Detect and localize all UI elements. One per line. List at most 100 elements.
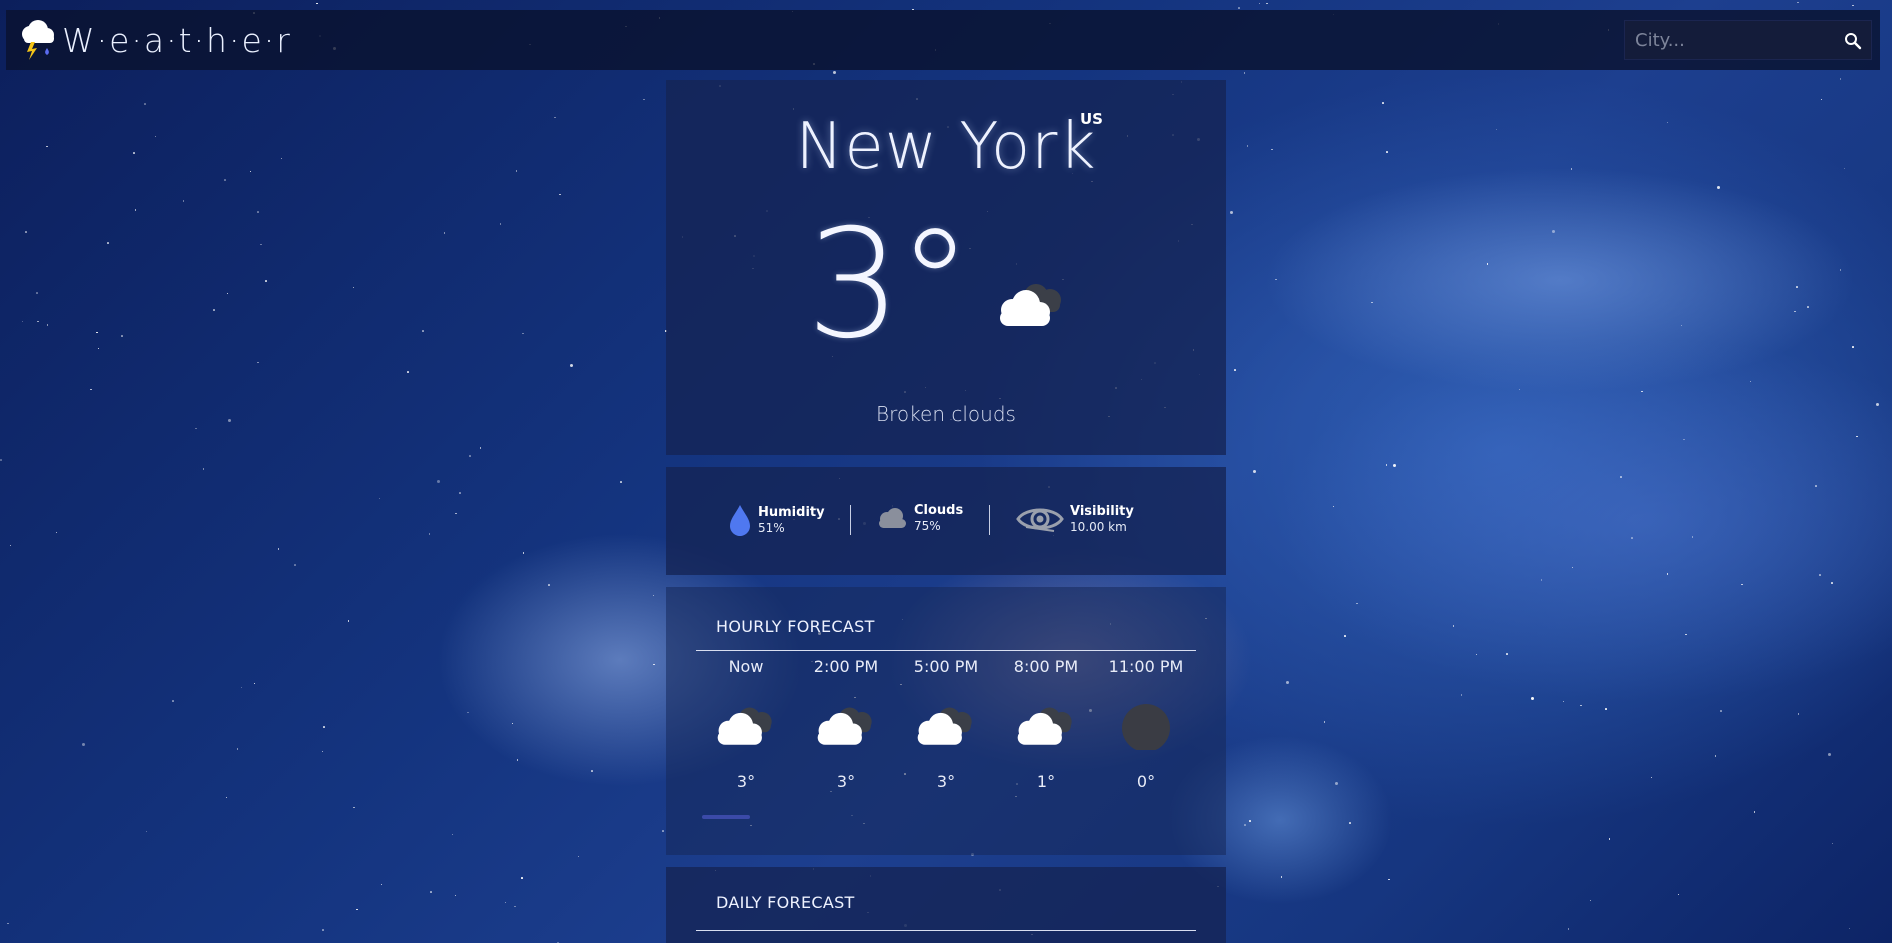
- star-dot: [1677, 893, 1680, 896]
- star-dot: [407, 371, 409, 373]
- star-dot: [316, 2, 318, 5]
- app-logo[interactable]: W·e·a·t·h·e·r: [16, 18, 292, 62]
- star-dot: [36, 292, 38, 294]
- star-dot: [46, 145, 48, 148]
- star-dot: [225, 796, 228, 799]
- star-dot: [437, 480, 441, 484]
- star-dot: [455, 512, 457, 515]
- star-dot: [1875, 402, 1879, 406]
- star-dot: [1717, 186, 1721, 190]
- stat-divider: [989, 505, 990, 535]
- star-dot: [1815, 485, 1817, 487]
- star-dot: [213, 309, 215, 311]
- clouds-label: Clouds: [914, 503, 964, 518]
- star-dot: [1495, 128, 1498, 131]
- section-divider: [696, 930, 1196, 931]
- star-dot: [133, 152, 135, 154]
- star-dot: [46, 324, 49, 326]
- star-dot: [1856, 435, 1858, 438]
- hourly-item[interactable]: 11:00 PM 0°: [1096, 657, 1196, 791]
- hourly-item[interactable]: 2:00 PM 3°: [796, 657, 896, 791]
- star-dot: [1691, 536, 1694, 538]
- star-dot: [1243, 72, 1246, 74]
- star-dot: [1666, 121, 1669, 124]
- star-dot: [1258, 2, 1260, 5]
- star-dot: [107, 242, 109, 244]
- current-weather-card: New York US 3° Broken clouds: [666, 80, 1226, 455]
- star-dot: [428, 533, 431, 535]
- star-dot: [548, 584, 550, 586]
- star-dot: [1567, 928, 1570, 930]
- star-dot: [1452, 625, 1455, 627]
- star-dot: [1839, 269, 1842, 271]
- visibility-label: Visibility: [1070, 504, 1134, 519]
- star-dot: [277, 548, 280, 550]
- star-dot: [1475, 653, 1478, 656]
- star-dot: [591, 770, 593, 772]
- star-dot: [522, 332, 524, 335]
- star-dot: [280, 157, 283, 160]
- humidity-label: Humidity: [758, 505, 825, 520]
- search-icon[interactable]: [1843, 31, 1863, 51]
- star-dot: [430, 891, 432, 893]
- broken-clouds-icon: [711, 704, 781, 750]
- hourly-scroll-indicator[interactable]: [702, 815, 750, 819]
- star-dot: [1234, 369, 1236, 371]
- hour-time: 8:00 PM: [1013, 657, 1079, 676]
- star-dot: [1388, 878, 1390, 881]
- star-dot: [253, 682, 256, 685]
- broken-clouds-icon: [994, 280, 1070, 332]
- star-dot: [134, 209, 137, 211]
- star-dot: [1570, 168, 1573, 170]
- star-dot: [121, 335, 123, 337]
- broken-clouds-icon: [911, 704, 981, 750]
- weather-description: Broken clouds: [876, 402, 1016, 426]
- star-dot: [1807, 306, 1809, 308]
- star-dot: [467, 711, 469, 714]
- star-dot: [228, 418, 232, 422]
- hour-time: 2:00 PM: [813, 657, 879, 676]
- star-dot: [0, 459, 2, 461]
- city-search-input[interactable]: [1625, 29, 1825, 51]
- star-dot: [1680, 324, 1683, 327]
- current-temperature: 3°: [806, 198, 972, 372]
- star-dot: [236, 748, 239, 750]
- star-dot: [662, 830, 664, 832]
- star-dot: [1666, 573, 1669, 575]
- stat-divider: [850, 505, 851, 535]
- clear-night-icon: [1111, 704, 1181, 752]
- star-dot: [1506, 653, 1508, 655]
- star-dot: [1280, 876, 1283, 878]
- broken-clouds-icon: [811, 704, 881, 750]
- star-dot: [511, 722, 513, 725]
- star-dot: [1286, 681, 1290, 685]
- hour-temperature: 3°: [736, 772, 756, 791]
- star-dot: [1386, 151, 1388, 153]
- star-dot: [195, 427, 197, 430]
- star-dot: [1831, 842, 1834, 845]
- star-dot: [1334, 781, 1338, 785]
- star-dot: [1486, 263, 1489, 265]
- daily-forecast-card: DAILY FORECAST: [666, 867, 1226, 943]
- star-dot: [1385, 464, 1388, 466]
- star-dot: [294, 564, 296, 566]
- hourly-item[interactable]: 8:00 PM 1°: [996, 657, 1096, 791]
- star-dot: [1571, 566, 1574, 569]
- hourly-item[interactable]: 5:00 PM 3°: [896, 657, 996, 791]
- star-dot: [652, 594, 655, 597]
- star-dot: [1608, 838, 1611, 840]
- star-dot: [1797, 1, 1799, 4]
- top-navigation-bar: W·e·a·t·h·e·r: [6, 10, 1880, 70]
- star-dot: [1275, 278, 1277, 281]
- star-dot: [1650, 776, 1653, 779]
- hourly-item[interactable]: Now 3°: [696, 657, 796, 791]
- star-dot: [1246, 145, 1249, 147]
- hour-time: 5:00 PM: [913, 657, 979, 676]
- star-dot: [1848, 927, 1851, 930]
- weather-stats-card: Humidity 51% Clouds 75% Visibility 10.00…: [666, 467, 1226, 575]
- star-dot: [1393, 463, 1397, 467]
- star-dot: [81, 742, 85, 746]
- clouds-stat: Clouds 75%: [876, 503, 963, 533]
- star-dot: [521, 877, 523, 879]
- star-dot: [1741, 583, 1743, 586]
